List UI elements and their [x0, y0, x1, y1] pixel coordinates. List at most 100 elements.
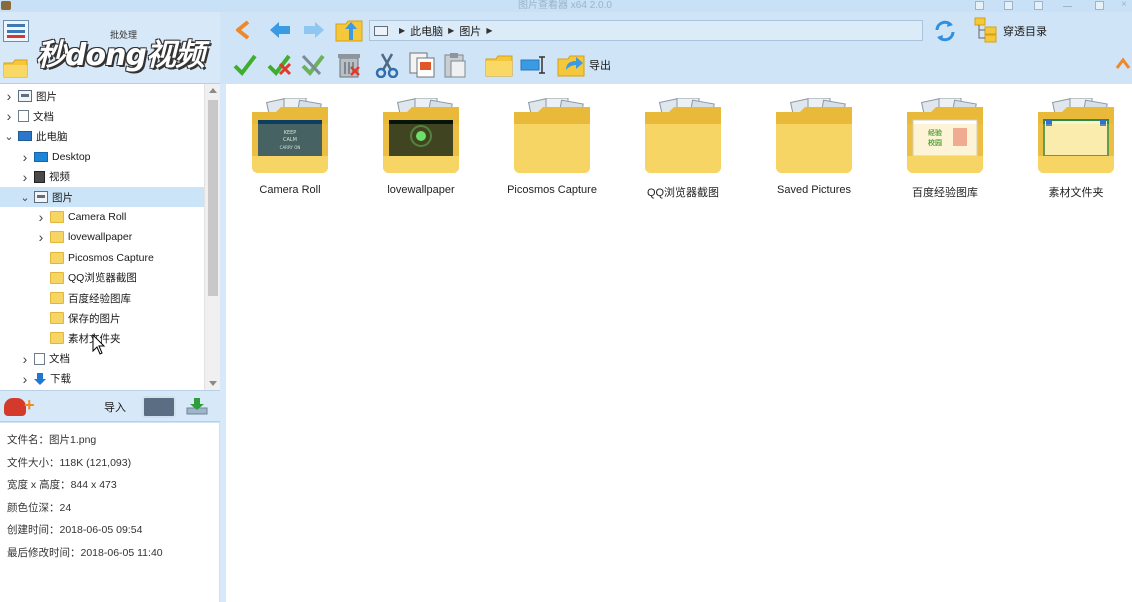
window-icon-c[interactable]	[1034, 1, 1043, 10]
tree-item[interactable]: › Camera Roll	[0, 207, 204, 227]
chevron-right-icon[interactable]: ▶	[399, 26, 405, 35]
video-icon	[34, 170, 45, 183]
tree-scrollbar[interactable]	[204, 84, 220, 390]
create-folder-icon[interactable]	[484, 51, 514, 79]
window-icon-b[interactable]	[1004, 1, 1013, 10]
chevron-down-icon[interactable]: ⌄	[4, 130, 14, 143]
tree-item[interactable]: › 图片	[0, 86, 204, 106]
document-icon	[18, 110, 29, 123]
chevron-right-icon[interactable]: ›	[4, 108, 14, 124]
scroll-thumb[interactable]	[208, 100, 218, 296]
export-icon[interactable]	[556, 50, 586, 80]
tree-item[interactable]: ⌄ 图片	[0, 187, 204, 207]
download-import-icon[interactable]	[184, 396, 210, 416]
parent-folder-icon[interactable]	[334, 16, 364, 44]
folder-item[interactable]: lovewallpaper	[357, 94, 485, 204]
mouse-cursor-icon	[92, 334, 106, 355]
app-icon	[1, 1, 11, 10]
through-directory-icon[interactable]	[974, 17, 998, 43]
tree-item[interactable]: › lovewallpaper	[0, 227, 204, 247]
new-folder-icon[interactable]	[3, 57, 29, 79]
favorite-icon[interactable]	[4, 398, 26, 416]
folder-item[interactable]: 素材文件夹	[1012, 94, 1132, 204]
delete-icon[interactable]	[336, 51, 362, 79]
tree-item[interactable]: › 下载	[0, 369, 204, 389]
tree-item[interactable]: › 视频	[0, 167, 204, 187]
tree-item[interactable]: Picosmos Capture	[0, 248, 204, 268]
chevron-right-icon[interactable]: ▶	[448, 26, 454, 35]
folder-icon	[50, 271, 64, 284]
uncheck-icon[interactable]	[266, 52, 292, 78]
chevron-right-icon[interactable]: ›	[20, 371, 30, 387]
previous-icon[interactable]	[268, 20, 292, 40]
next-icon[interactable]	[302, 20, 326, 40]
scroll-down-icon[interactable]	[209, 381, 217, 386]
tree-item-label: lovewallpaper	[68, 231, 133, 244]
import-button[interactable]: 导入	[104, 399, 126, 415]
left-header: 批处理 秒dong视频	[0, 12, 220, 84]
folder-item[interactable]: Picosmos Capture	[488, 94, 616, 204]
breadcrumb-computer[interactable]: 此电脑	[410, 23, 443, 39]
invert-selection-icon[interactable]	[300, 52, 326, 78]
chevron-right-icon[interactable]: ›	[20, 149, 30, 165]
paste-icon[interactable]	[442, 51, 468, 79]
breadcrumb-pictures[interactable]: 图片	[459, 23, 481, 39]
folder-item[interactable]: QQ浏览器截图	[619, 94, 747, 204]
chevron-right-icon[interactable]: ›	[20, 351, 30, 367]
chevron-right-icon[interactable]: ›	[36, 209, 46, 225]
chevron-down-icon[interactable]: ⌄	[20, 191, 30, 204]
folder-icon	[50, 231, 64, 244]
folder-icon	[1038, 98, 1114, 173]
folder-icon	[50, 211, 64, 224]
window-icon-a[interactable]	[975, 1, 984, 10]
address-bar[interactable]: ▶ 此电脑 ▶ 图片 ▶	[369, 20, 923, 41]
file-info-line: 创建时间：2018-06-05 09:54	[7, 524, 143, 537]
folder-item[interactable]: 经验 校园 百度经验图库	[881, 94, 1009, 204]
maximize-button[interactable]	[1095, 1, 1104, 10]
close-button[interactable]: ×	[1121, 0, 1130, 10]
computer-icon	[18, 131, 32, 142]
cut-icon[interactable]	[374, 52, 400, 78]
tree-item[interactable]: QQ浏览器截图	[0, 268, 204, 288]
tree-item[interactable]: 百度经验图库	[0, 288, 204, 308]
folder-name: Saved Pictures	[777, 184, 851, 196]
tree-item[interactable]: ⌄ 此电脑	[0, 126, 204, 146]
folder-item[interactable]: KEEP CALM CARRY ON Camera Roll	[226, 94, 354, 204]
tree-item-label: 视频	[49, 171, 70, 184]
add-icon[interactable]: +	[24, 395, 35, 416]
computer-icon	[374, 25, 388, 36]
refresh-icon[interactable]	[932, 18, 958, 44]
tree-item-label: QQ浏览器截图	[68, 272, 137, 285]
chevron-right-icon[interactable]: ›	[36, 229, 46, 245]
folder-icon	[50, 251, 64, 264]
watermark-logo: 秒dong视频	[36, 38, 205, 73]
camera-import-icon[interactable]	[142, 396, 176, 418]
rename-icon[interactable]	[520, 53, 548, 77]
folder-name: 百度经验图库	[912, 187, 978, 199]
tree-item-label: 图片	[36, 90, 57, 103]
tree-item-label: Desktop	[52, 150, 91, 163]
through-directory-label[interactable]: 穿透目录	[1003, 23, 1047, 39]
scroll-up-icon[interactable]	[209, 88, 217, 93]
tree-item-label: 图片	[52, 191, 73, 204]
check-icon[interactable]	[232, 52, 258, 78]
minimize-button[interactable]	[1063, 1, 1072, 7]
chevron-right-icon[interactable]: ▶	[486, 26, 492, 35]
navigation-toolbar: ▶ 此电脑 ▶ 图片 ▶ 穿透目录	[220, 12, 1132, 48]
batch-process-icon[interactable]	[3, 20, 29, 42]
chevron-right-icon[interactable]: ›	[20, 169, 30, 185]
tree-item-label: 此电脑	[36, 130, 68, 143]
folder-item[interactable]: Saved Pictures	[750, 94, 878, 204]
export-button[interactable]: 导出	[589, 57, 611, 73]
tree-item[interactable]: › 文档	[0, 106, 204, 126]
copy-icon[interactable]	[408, 51, 436, 79]
title-bar: 图片查看器 x64 2.0.0 ×	[0, 0, 1132, 12]
action-toolbar: 导出	[220, 48, 1132, 84]
back-icon[interactable]	[234, 20, 256, 40]
folder-tree: › 图片 › 文档 ⌄ 此电脑 › Desktop › 视频 ⌄ 图片 › Camera Roll › lov…	[0, 84, 220, 390]
collapse-up-icon[interactable]	[1115, 56, 1131, 70]
file-info-line: 文件名：图片1.png	[7, 434, 97, 446]
chevron-right-icon[interactable]: ›	[4, 88, 14, 104]
tree-item[interactable]: 保存的图片	[0, 308, 204, 328]
tree-item[interactable]: › Desktop	[0, 147, 204, 167]
